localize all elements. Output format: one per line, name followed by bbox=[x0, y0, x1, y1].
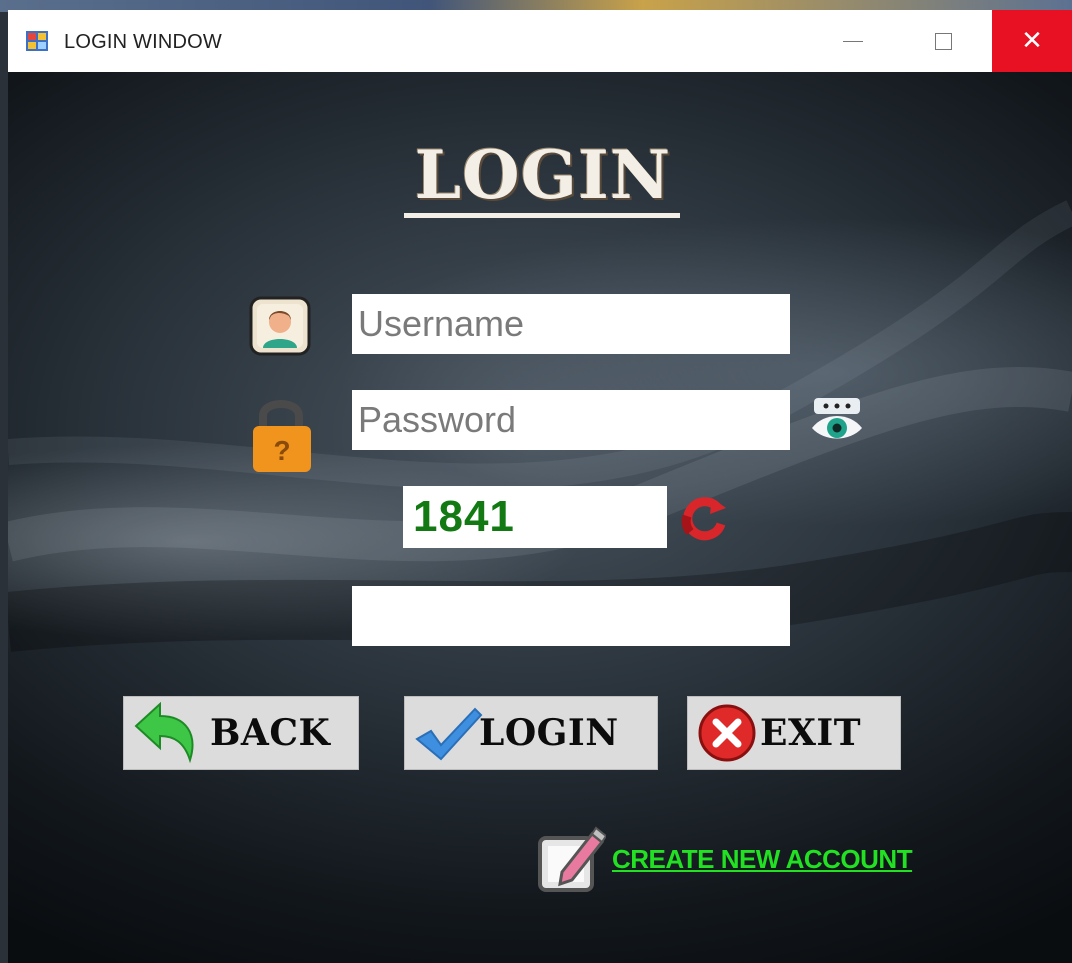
captcha-input[interactable] bbox=[352, 586, 790, 646]
captcha-code: 1841 bbox=[403, 486, 667, 548]
username-input[interactable] bbox=[352, 294, 790, 354]
page-title: LOGIN bbox=[414, 136, 672, 214]
back-button[interactable]: BACK bbox=[123, 696, 359, 770]
refresh-icon[interactable] bbox=[678, 494, 730, 546]
close-button[interactable]: ✕ bbox=[992, 10, 1072, 72]
login-button[interactable]: LOGIN bbox=[404, 696, 658, 770]
maximize-icon bbox=[934, 32, 952, 50]
app-icon bbox=[26, 31, 48, 51]
back-button-label: BACK bbox=[210, 712, 331, 754]
maximize-button[interactable] bbox=[908, 10, 978, 72]
close-icon: ✕ bbox=[1021, 26, 1043, 56]
minimize-button[interactable] bbox=[818, 10, 888, 72]
login-panel: LOGIN ? 1841 bbox=[8, 72, 1072, 963]
minimize-icon bbox=[843, 40, 863, 42]
back-arrow-icon bbox=[134, 701, 194, 764]
eye-icon[interactable] bbox=[808, 394, 866, 446]
password-input[interactable] bbox=[352, 390, 790, 450]
user-icon bbox=[249, 296, 311, 356]
title-bar[interactable]: LOGIN WINDOW ✕ bbox=[8, 10, 1072, 72]
checkmark-icon bbox=[415, 707, 483, 761]
window-title: LOGIN WINDOW bbox=[64, 31, 222, 53]
login-window: LOGIN WINDOW ✕ LOGIN ? bbox=[8, 10, 1072, 963]
create-account-link[interactable]: CREATE NEW ACCOUNT bbox=[612, 844, 913, 875]
exit-x-icon bbox=[698, 704, 756, 762]
edit-icon bbox=[538, 826, 606, 892]
login-button-label: LOGIN bbox=[479, 712, 619, 754]
title-underline bbox=[404, 213, 680, 218]
exit-button-label: EXIT bbox=[760, 712, 861, 754]
exit-button[interactable]: EXIT bbox=[687, 696, 901, 770]
lock-icon: ? bbox=[253, 400, 311, 472]
svg-text:?: ? bbox=[273, 435, 290, 466]
